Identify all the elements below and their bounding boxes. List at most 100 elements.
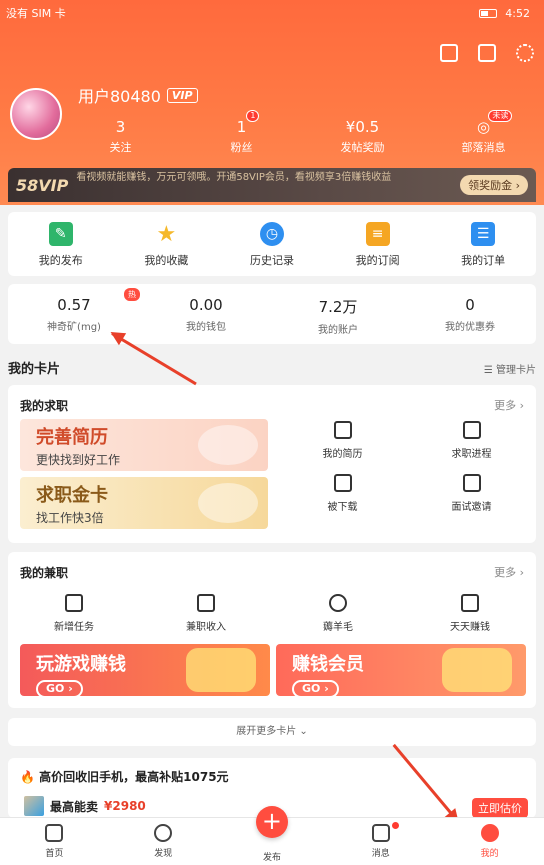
status-bar: 没有 SIM 卡 4:52 xyxy=(6,6,530,21)
stat-following[interactable]: 3 关注 xyxy=(60,118,181,155)
earn-member-banner[interactable]: 赚钱会员 GO › xyxy=(276,644,526,696)
username[interactable]: 用户80480 VIP xyxy=(78,83,198,107)
stat-value: 3 xyxy=(115,118,126,136)
recycle-title-text: 高价回收旧手机，最高补贴1075元 xyxy=(39,770,229,784)
star-icon: ★ xyxy=(154,222,179,247)
tab-label: 发现 xyxy=(154,849,173,859)
tab-label: 发布 xyxy=(262,853,281,863)
job-progress-item[interactable]: 求职进程 xyxy=(407,421,536,460)
quick-subscriptions[interactable]: ≡ 我的订阅 xyxy=(325,212,431,276)
part-time-card: 我的兼职 更多 › 新增任务 兼职收入 薅羊毛 天天赚钱 玩游戏赚钱 GO › … xyxy=(8,552,536,708)
my-resume-item[interactable]: 我的简历 xyxy=(278,421,407,460)
wallet-label: 我的钱包 xyxy=(186,322,226,333)
quick-my-favorites[interactable]: ★ 我的收藏 xyxy=(114,212,220,276)
layout-icon[interactable] xyxy=(478,44,496,62)
tab-discover[interactable]: 发现 xyxy=(109,818,218,865)
quick-my-posts[interactable]: ✎ 我的发布 xyxy=(8,212,114,276)
smiley-icon xyxy=(480,824,499,842)
calendar-icon xyxy=(65,594,83,612)
tab-label: 消息 xyxy=(371,849,390,859)
bottom-tab-bar: 首页 发现 + 发布 消息 我的 xyxy=(0,806,544,865)
stat-label: 发帖奖励 xyxy=(340,141,385,154)
get-quote-button[interactable]: 立即估价 xyxy=(472,798,528,818)
card-title: 我的兼职 xyxy=(20,566,69,580)
expand-more-cards[interactable]: 展开更多卡片 ⌄ xyxy=(8,718,536,746)
gamepad-illustration xyxy=(186,648,256,692)
phone-thumbnail xyxy=(24,796,44,816)
wallet-value: 0.00 xyxy=(189,296,223,314)
new-task-item[interactable]: 新增任务 xyxy=(8,594,140,633)
wallet-row: 热 0.57 神奇矿(mg) 0.00 我的钱包 7.2万 我的账户 0 我的优… xyxy=(8,284,536,344)
vip-banner[interactable]: 58VIP 看视频就能赚钱，万元可领哦。开通58VIP会员，看视频享3倍赚钱收益… xyxy=(8,168,536,202)
pt-item-label: 新增任务 xyxy=(54,622,94,633)
tribe-icon: ◎ xyxy=(476,118,491,136)
go-button[interactable]: GO › xyxy=(36,680,83,696)
list-icon: ☰ xyxy=(471,222,496,246)
more-link[interactable]: 更多 › xyxy=(494,397,524,413)
wallet-value: 7.2万 xyxy=(318,298,358,316)
pt-item-label: 天天赚钱 xyxy=(450,622,490,633)
tab-home[interactable]: 首页 xyxy=(0,818,109,865)
stat-label: 关注 xyxy=(109,141,132,154)
interview-invite-item[interactable]: 面试邀请 xyxy=(407,474,536,513)
vip-badge[interactable]: VIP xyxy=(166,87,198,103)
quick-history[interactable]: ◷ 历史记录 xyxy=(219,212,325,276)
game-earn-banner[interactable]: 玩游戏赚钱 GO › xyxy=(20,644,270,696)
message-icon xyxy=(371,824,390,842)
wallet-value: 0.57 xyxy=(57,296,91,314)
stat-label: 部落消息 xyxy=(461,141,506,154)
card-title: 我的求职 xyxy=(20,399,69,413)
yen-icon xyxy=(461,594,479,612)
tab-post[interactable]: + 发布 xyxy=(218,806,327,865)
product-label: 最高能卖 xyxy=(50,799,99,814)
resume-illustration xyxy=(198,425,258,465)
tab-me[interactable]: 我的 xyxy=(435,818,544,865)
more-link[interactable]: 更多 › xyxy=(494,564,524,580)
sheep-icon xyxy=(329,594,347,612)
pt-item-label: 薅羊毛 xyxy=(323,622,353,633)
quick-actions: ✎ 我的发布 ★ 我的收藏 ◷ 历史记录 ≡ 我的订阅 ☰ 我的订单 xyxy=(8,212,536,276)
home-icon xyxy=(45,824,64,842)
vip-logo: 58VIP xyxy=(16,175,69,195)
wallet-label: 我的优惠券 xyxy=(445,322,495,333)
plus-icon[interactable]: + xyxy=(255,806,288,838)
job-item-label: 被下载 xyxy=(327,502,358,513)
gear-icon[interactable] xyxy=(516,44,534,62)
deals-item[interactable]: 薅羊毛 xyxy=(272,594,404,633)
stat-label: 粉丝 xyxy=(230,141,253,154)
downloaded-item[interactable]: 被下载 xyxy=(278,474,407,513)
stat-value: 1 xyxy=(236,118,247,136)
tab-messages[interactable]: 消息 xyxy=(326,818,435,865)
wallet-icon xyxy=(197,594,215,612)
recycle-product[interactable]: 最高能卖 ¥2980 xyxy=(24,796,146,816)
part-time-income-item[interactable]: 兼职收入 xyxy=(140,594,272,633)
edit-icon: ✎ xyxy=(48,222,73,246)
avatar[interactable] xyxy=(10,88,62,140)
scan-icon[interactable] xyxy=(440,44,458,62)
stat-fans[interactable]: 1 1 粉丝 xyxy=(181,110,302,155)
job-gold-card-promo[interactable]: 求职金卡 找工作快3倍 xyxy=(20,477,268,529)
tab-label: 我的 xyxy=(480,849,499,859)
stat-value: ¥0.5 xyxy=(345,118,380,136)
pt-item-label: 兼职收入 xyxy=(186,622,226,633)
download-icon xyxy=(333,474,352,492)
my-cards-title: 我的卡片 xyxy=(8,362,61,377)
wallet-my-wallet[interactable]: 0.00 我的钱包 xyxy=(140,284,272,344)
product-price: ¥2980 xyxy=(104,799,146,813)
quick-orders[interactable]: ☰ 我的订单 xyxy=(430,212,536,276)
stat-tribe-messages[interactable]: 未读 ◎ 部落消息 xyxy=(423,110,544,155)
wallet-value: 0 xyxy=(465,296,475,314)
quick-label: 历史记录 xyxy=(249,254,294,267)
complete-resume-promo[interactable]: 完善简历 更快找到好工作 xyxy=(20,419,268,471)
wallet-coupons[interactable]: 0 我的优惠券 xyxy=(404,284,536,344)
profile-header: 没有 SIM 卡 4:52 用户80480 VIP 3 关注 1 1 粉丝 ¥0… xyxy=(0,0,544,205)
stat-post-reward[interactable]: ¥0.5 发帖奖励 xyxy=(302,118,423,155)
go-button[interactable]: GO › xyxy=(292,680,339,696)
wallet-my-account[interactable]: 7.2万 我的账户 xyxy=(272,284,404,344)
manage-cards-link[interactable]: ☰ 管理卡片 xyxy=(484,361,536,376)
job-search-card: 我的求职 更多 › 完善简历 更快找到好工作 求职金卡 找工作快3倍 我的简历 … xyxy=(8,385,536,543)
daily-earn-item[interactable]: 天天赚钱 xyxy=(404,594,536,633)
job-item-label: 我的简历 xyxy=(322,449,363,460)
claim-reward-button[interactable]: 领奖励金 › xyxy=(460,175,528,195)
quick-label: 我的订阅 xyxy=(355,254,400,267)
